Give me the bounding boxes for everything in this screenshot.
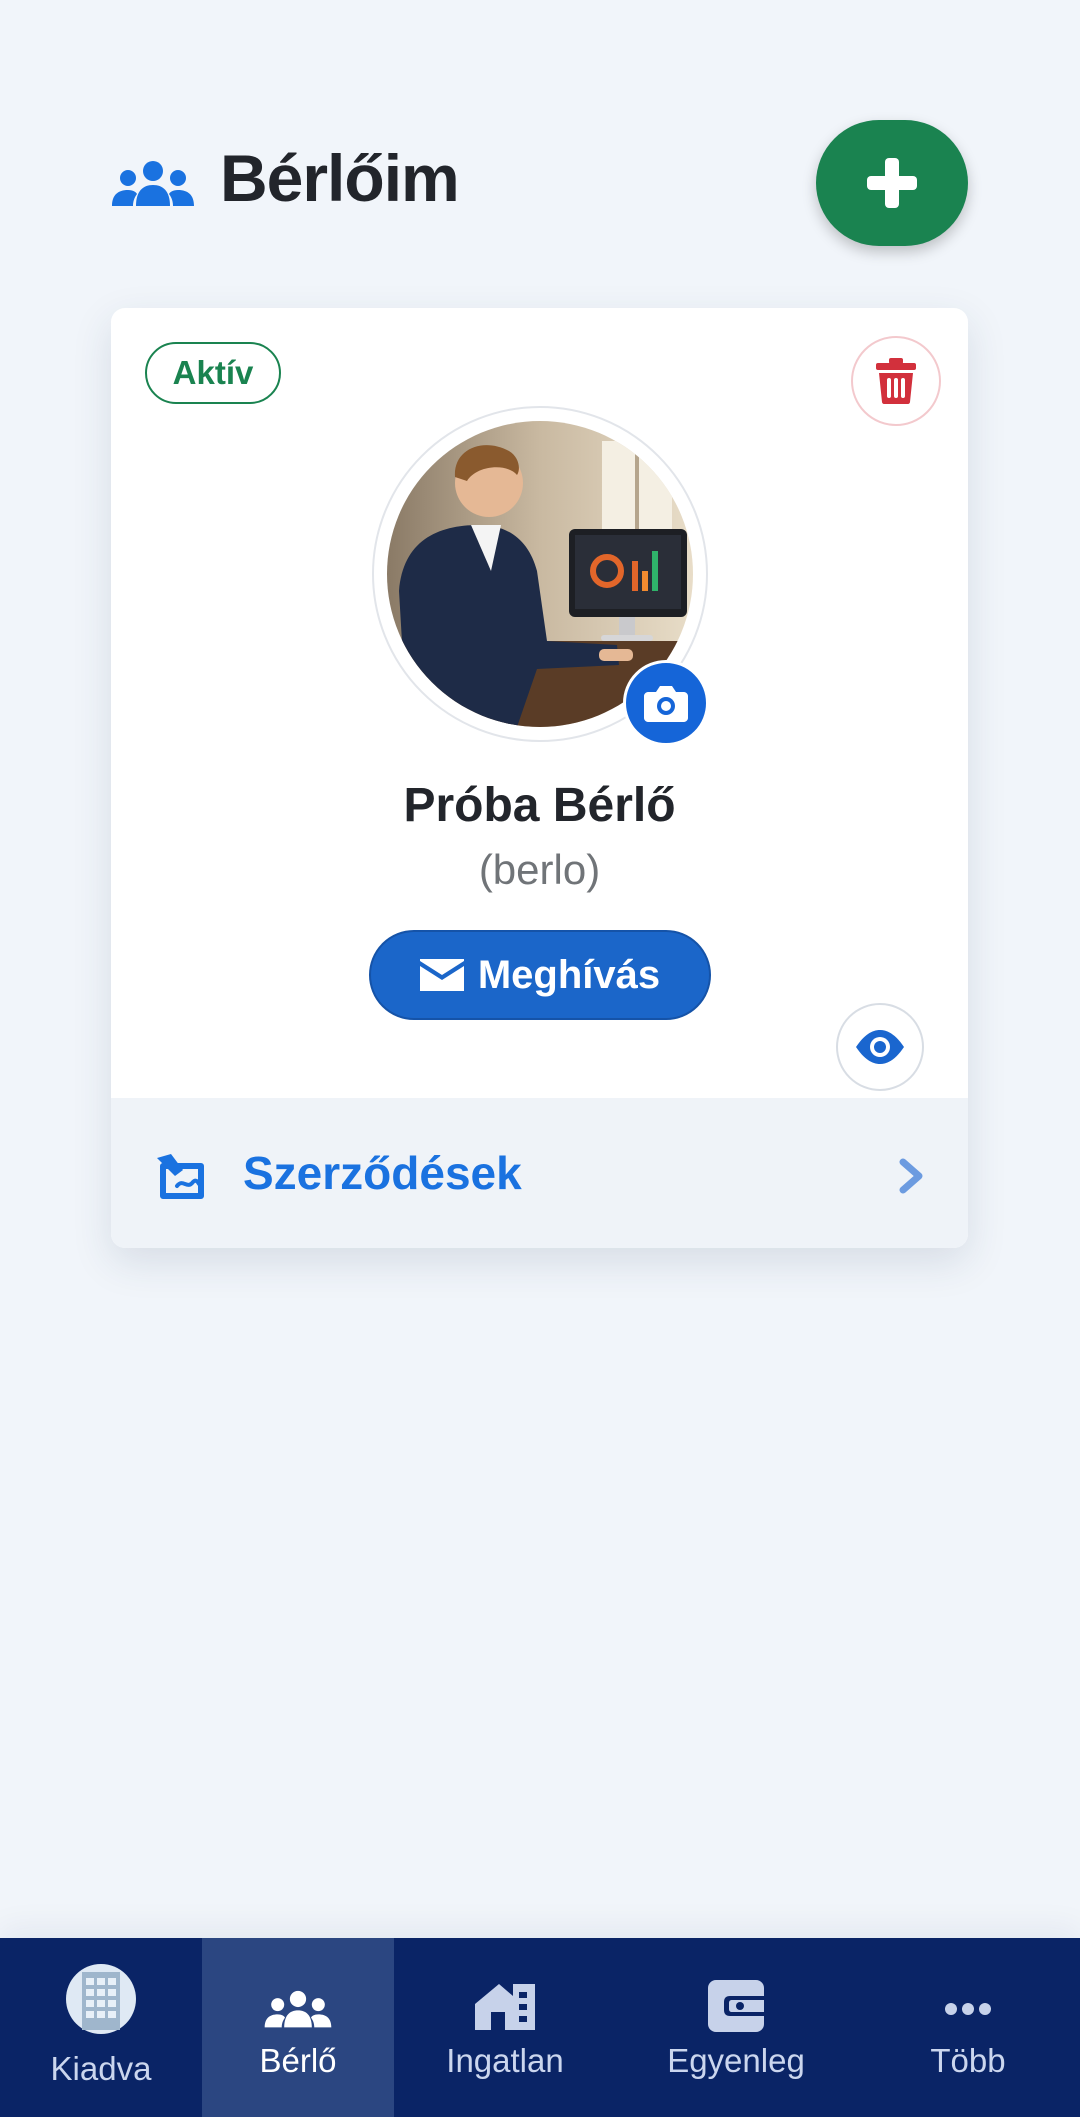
contracts-label: Szerződések xyxy=(243,1147,522,1199)
nav-label: Ingatlan xyxy=(446,2042,564,2079)
view-details-button[interactable] xyxy=(836,1003,924,1091)
nav-item-ingatlan[interactable]: Ingatlan xyxy=(394,1938,616,2117)
nav-label: Kiadva xyxy=(50,2050,152,2087)
tenant-username: (berlo) xyxy=(478,846,601,893)
nav-label: Bérlő xyxy=(259,2042,337,2079)
building-icon xyxy=(66,1964,136,2034)
envelope-icon xyxy=(419,959,464,991)
contracts-link[interactable]: Szerződések xyxy=(111,1098,968,1248)
page-title: Bérlőim xyxy=(220,141,460,215)
status-badge: Aktív xyxy=(145,342,281,404)
house-icon xyxy=(475,1984,535,2030)
nav-item-kiadva[interactable]: Kiadva xyxy=(0,1938,202,2117)
wallet-icon xyxy=(708,1980,764,2032)
nav-label: Egyenleg xyxy=(667,2042,805,2079)
delete-button[interactable] xyxy=(851,336,941,426)
users-icon xyxy=(112,161,194,206)
add-tenant-button[interactable] xyxy=(816,120,968,246)
plus-icon xyxy=(867,158,917,208)
trash-icon xyxy=(876,358,916,404)
invite-button[interactable]: Meghívás xyxy=(369,930,711,1020)
camera-icon xyxy=(644,686,688,722)
bottom-nav: Kiadva Bérlő Ingatlan Egyenleg Több xyxy=(0,1938,1080,2117)
chevron-right-icon xyxy=(899,1158,923,1194)
invite-button-label: Meghívás xyxy=(477,952,661,997)
users-icon xyxy=(264,1990,332,2028)
eye-icon xyxy=(856,1030,904,1064)
more-icon xyxy=(945,2003,991,2015)
nav-item-berlo[interactable]: Bérlő xyxy=(202,1938,394,2117)
nav-item-tobb[interactable]: Több xyxy=(856,1938,1080,2117)
signature-icon xyxy=(157,1154,204,1199)
nav-item-egyenleg[interactable]: Egyenleg xyxy=(616,1938,856,2117)
change-photo-button[interactable] xyxy=(623,660,709,746)
tenant-name: Próba Bérlő xyxy=(403,779,676,832)
nav-label: Több xyxy=(930,2042,1006,2079)
tenant-card: Aktív Próba Bérlő (berlo) Meghívás Szerz… xyxy=(111,308,968,1248)
